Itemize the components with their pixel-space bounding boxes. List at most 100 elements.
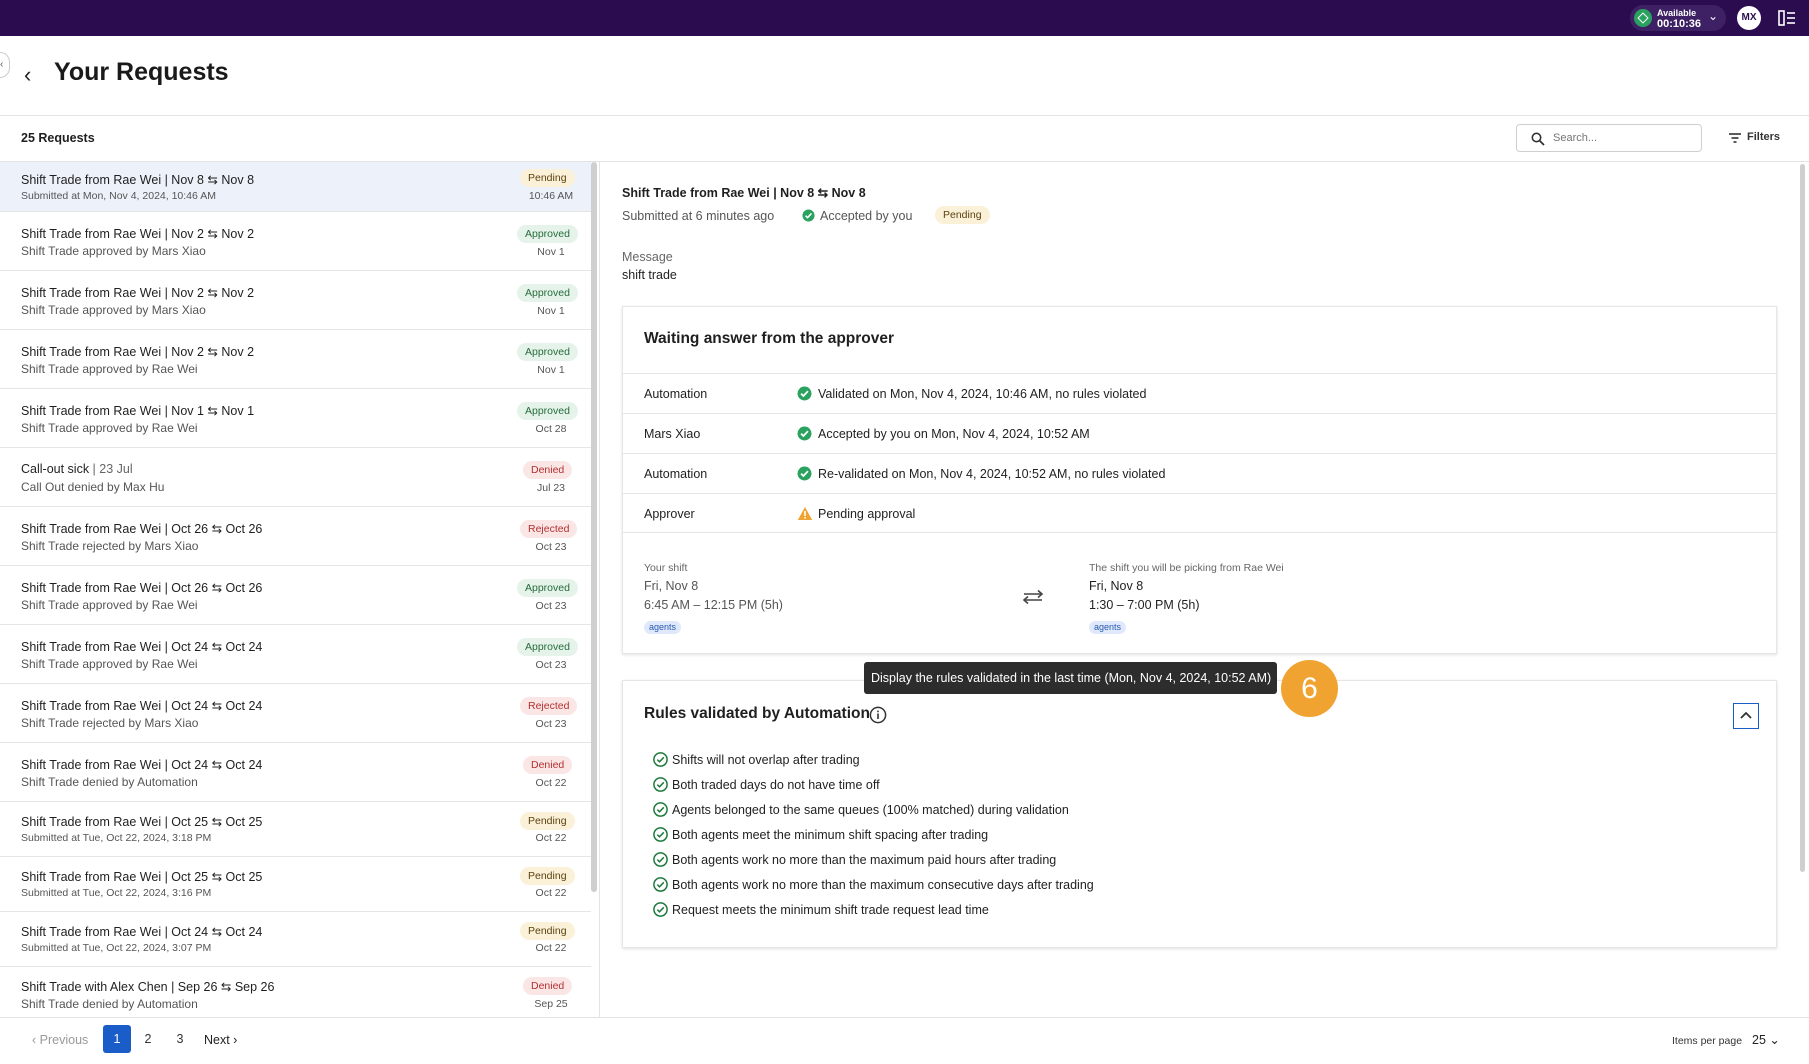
check-outline-icon bbox=[653, 802, 668, 817]
approval-actor: Approver bbox=[644, 507, 695, 521]
rules-tooltip: Display the rules validated in the last … bbox=[864, 662, 1277, 694]
request-row[interactable]: Shift Trade from Rae Wei | Oct 24 ⇆ Oct … bbox=[0, 912, 591, 967]
page-2-button[interactable]: 2 bbox=[134, 1025, 162, 1053]
approval-actor: Automation bbox=[644, 467, 708, 481]
request-subtitle: Shift Trade denied by Automation bbox=[21, 775, 198, 789]
page-title: Your Requests bbox=[54, 58, 229, 86]
items-per-page-label: Items per page bbox=[1672, 1035, 1743, 1047]
search-input[interactable] bbox=[1553, 129, 1693, 147]
detail-title: Shift Trade from Rae Wei | Nov 8 ⇆ Nov 8 bbox=[622, 186, 866, 200]
check-outline-icon bbox=[653, 852, 668, 867]
request-row[interactable]: Shift Trade from Rae Wei | Oct 26 ⇆ Oct … bbox=[0, 566, 591, 625]
check-circle-icon bbox=[797, 386, 812, 401]
back-arrow-icon[interactable]: ‹ bbox=[24, 64, 44, 88]
shift-day: Fri, Nov 8 bbox=[1089, 579, 1144, 593]
chevron-up-icon bbox=[1740, 711, 1752, 719]
request-row[interactable]: Shift Trade from Rae Wei | Nov 2 ⇆ Nov 2… bbox=[0, 330, 591, 389]
request-title: Shift Trade from Rae Wei | Oct 26 ⇆ Oct … bbox=[21, 581, 263, 595]
collapse-rules-button[interactable] bbox=[1733, 703, 1759, 729]
shift-caption: The shift you will be picking from Rae W… bbox=[1089, 562, 1284, 574]
rules-title: Rules validated by Automation bbox=[644, 705, 870, 722]
avatar[interactable]: MX bbox=[1737, 6, 1761, 30]
request-list: Shift Trade from Rae Wei | Nov 8 ⇆ Nov 8… bbox=[0, 162, 591, 1017]
search-icon bbox=[1531, 132, 1545, 146]
shift-tag: agents bbox=[1089, 621, 1127, 634]
request-row[interactable]: Call-out sick | 23 Jul Call Out denied b… bbox=[0, 448, 591, 507]
request-subtitle: Shift Trade approved by Mars Xiao bbox=[21, 303, 206, 317]
check-outline-icon bbox=[653, 827, 668, 842]
shift-day: Fri, Nov 8 bbox=[644, 579, 699, 593]
check-outline-icon bbox=[653, 752, 668, 767]
shift-caption: Your shift bbox=[644, 562, 688, 574]
status-badge: Pending bbox=[935, 206, 990, 224]
side-panel-icon[interactable] bbox=[1777, 8, 1797, 28]
request-subtitle: Shift Trade approved by Rae Wei bbox=[21, 657, 198, 671]
page-1-button[interactable]: 1 bbox=[103, 1025, 131, 1053]
rule-text: Both agents work no more than the maximu… bbox=[672, 853, 1057, 867]
request-date: Oct 23 bbox=[535, 718, 567, 730]
request-date: Oct 28 bbox=[535, 423, 567, 435]
request-row[interactable]: Shift Trade from Rae Wei | Oct 25 ⇆ Oct … bbox=[0, 857, 591, 912]
previous-page-button[interactable]: ‹ Previous bbox=[32, 1033, 88, 1047]
status-badge: Rejected bbox=[520, 520, 578, 538]
page-3-button[interactable]: 3 bbox=[166, 1025, 194, 1053]
request-row[interactable]: Shift Trade from Rae Wei | Nov 8 ⇆ Nov 8… bbox=[0, 162, 591, 212]
their-shift: The shift you will be picking from Rae W… bbox=[1089, 562, 1284, 634]
next-page-button[interactable]: Next › bbox=[204, 1033, 237, 1047]
request-subtitle: Shift Trade rejected by Mars Xiao bbox=[21, 716, 199, 730]
approval-actor: Automation bbox=[644, 387, 708, 401]
request-row[interactable]: Shift Trade from Rae Wei | Oct 26 ⇆ Oct … bbox=[0, 507, 591, 566]
request-date: Oct 22 bbox=[535, 887, 567, 899]
request-subtitle: Submitted at Tue, Oct 22, 2024, 3:18 PM bbox=[21, 832, 212, 844]
approval-text: Re-validated on Mon, Nov 4, 2024, 10:52 … bbox=[818, 467, 1166, 481]
items-per-page-select[interactable]: 25 ⌄ bbox=[1752, 1032, 1780, 1047]
rule-text: Both agents meet the minimum shift spaci… bbox=[672, 828, 989, 842]
request-title: Shift Trade from Rae Wei | Oct 24 ⇆ Oct … bbox=[21, 640, 263, 654]
status-badge: Denied bbox=[523, 461, 573, 479]
info-icon[interactable] bbox=[869, 706, 887, 724]
request-row[interactable]: Shift Trade from Rae Wei | Oct 24 ⇆ Oct … bbox=[0, 625, 591, 684]
request-row[interactable]: Shift Trade from Rae Wei | Nov 2 ⇆ Nov 2… bbox=[0, 271, 591, 330]
request-title: Shift Trade from Rae Wei | Oct 24 ⇆ Oct … bbox=[21, 758, 263, 772]
approval-title: Waiting answer from the approver bbox=[644, 330, 895, 347]
request-row[interactable]: Shift Trade from Rae Wei | Oct 25 ⇆ Oct … bbox=[0, 802, 591, 857]
sidebar-collapse-toggle[interactable]: ‹ bbox=[0, 52, 10, 78]
request-row[interactable]: Shift Trade from Rae Wei | Nov 1 ⇆ Nov 1… bbox=[0, 389, 591, 448]
request-title: Shift Trade from Rae Wei | Nov 2 ⇆ Nov 2 bbox=[21, 345, 255, 359]
detail-submitted: Submitted at 6 minutes ago bbox=[622, 209, 775, 223]
status-label: Available bbox=[1657, 8, 1697, 18]
chevron-down-icon: ⌄ bbox=[1708, 9, 1719, 23]
request-title: Shift Trade from Rae Wei | Nov 1 ⇆ Nov 1 bbox=[21, 404, 255, 418]
request-subtitle: Shift Trade rejected by Mars Xiao bbox=[21, 539, 199, 553]
search-box[interactable] bbox=[1516, 124, 1702, 152]
request-subtitle: Shift Trade approved by Rae Wei bbox=[21, 421, 198, 435]
request-title: Call-out sick | 23 Jul bbox=[21, 462, 133, 476]
approval-text: Validated on Mon, Nov 4, 2024, 10:46 AM,… bbox=[818, 387, 1147, 401]
request-date: Nov 1 bbox=[537, 246, 565, 258]
request-title: Shift Trade from Rae Wei | Oct 25 ⇆ Oct … bbox=[21, 870, 263, 884]
availability-status[interactable]: Available 00:10:36 ⌄ bbox=[1630, 5, 1726, 31]
detail-scrollbar[interactable] bbox=[1800, 164, 1805, 872]
check-circle-icon bbox=[802, 209, 815, 222]
request-subtitle: Shift Trade approved by Rae Wei bbox=[21, 598, 198, 612]
warning-icon bbox=[797, 507, 813, 520]
request-subtitle: Shift Trade denied by Automation bbox=[21, 997, 198, 1011]
approval-actor: Mars Xiao bbox=[644, 427, 701, 441]
request-title: Shift Trade with Alex Chen | Sep 26 ⇆ Se… bbox=[21, 980, 275, 994]
request-row[interactable]: Shift Trade from Rae Wei | Oct 24 ⇆ Oct … bbox=[0, 684, 591, 743]
swap-arrows-icon bbox=[1022, 589, 1044, 605]
request-row[interactable]: Shift Trade with Alex Chen | Sep 26 ⇆ Se… bbox=[0, 967, 591, 1017]
request-row[interactable]: Shift Trade from Rae Wei | Oct 24 ⇆ Oct … bbox=[0, 743, 591, 802]
step-number-badge: 6 bbox=[1281, 660, 1338, 717]
shift-tag: agents bbox=[644, 621, 682, 634]
status-badge: Approved bbox=[517, 402, 578, 420]
request-date: 10:46 AM bbox=[528, 190, 574, 202]
request-row[interactable]: Shift Trade from Rae Wei | Nov 2 ⇆ Nov 2… bbox=[0, 212, 591, 271]
status-timer: 00:10:36 bbox=[1657, 18, 1702, 30]
request-date: Oct 23 bbox=[535, 600, 567, 612]
request-subtitle: Submitted at Tue, Oct 22, 2024, 3:16 PM bbox=[21, 887, 212, 899]
list-scrollbar[interactable] bbox=[591, 162, 597, 892]
request-date: Oct 22 bbox=[535, 832, 567, 844]
status-badge: Approved bbox=[517, 225, 578, 243]
divider bbox=[599, 162, 600, 1017]
